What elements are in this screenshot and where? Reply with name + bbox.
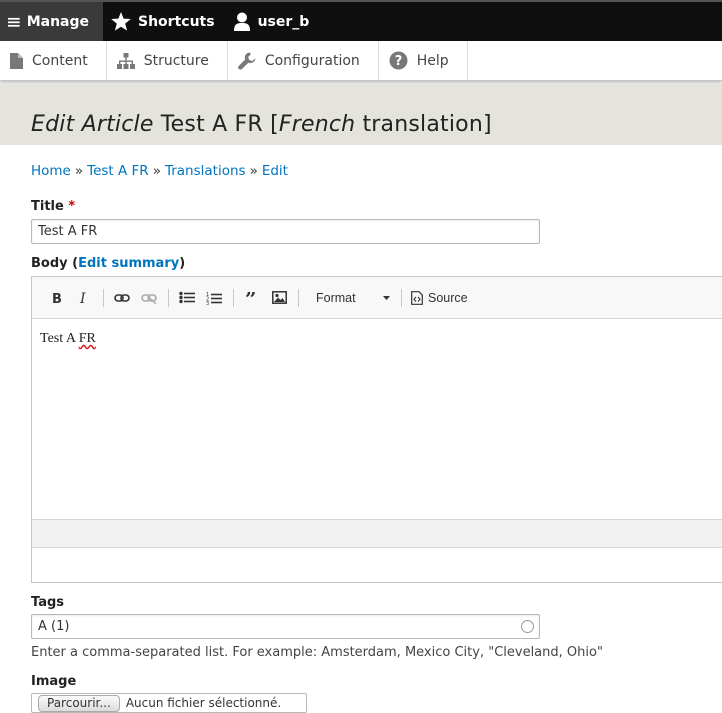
body-editor: B I 123 ” Format — [31, 276, 722, 583]
bulleted-list-button[interactable] — [174, 285, 200, 311]
svg-text:I: I — [79, 291, 86, 305]
source-icon — [411, 290, 423, 305]
body-label-end: ) — [179, 256, 186, 271]
title-translation: translation] — [355, 112, 492, 137]
numbered-list-button[interactable]: 123 — [201, 285, 227, 311]
shortcuts-tab[interactable]: Shortcuts — [103, 2, 229, 41]
manage-label: Manage — [26, 13, 89, 30]
blockquote-button[interactable]: ” — [239, 285, 265, 311]
svg-text:3: 3 — [206, 301, 209, 305]
tray-label-help: Help — [416, 52, 449, 69]
tray-label-structure: Structure — [143, 52, 209, 69]
image-icon — [271, 291, 287, 304]
title-input-value: Test A FR — [38, 224, 98, 239]
editor-content[interactable]: Test A FR — [32, 319, 722, 519]
tray-item-configuration[interactable]: Configuration — [228, 41, 379, 80]
toolbar-separator — [103, 288, 104, 307]
file-status: Aucun fichier sélectionné. — [125, 696, 282, 710]
unlink-button[interactable] — [136, 285, 162, 311]
toolbar-separator — [298, 288, 299, 307]
body-label: Body (Edit summary) — [31, 256, 185, 271]
tags-input[interactable]: A (1) — [31, 614, 540, 639]
image-file-input[interactable]: Parcourir... Aucun fichier sélectionné. — [31, 693, 307, 713]
editor-toolbar: B I 123 ” Format — [32, 277, 722, 319]
tray-item-structure[interactable]: Structure — [107, 41, 228, 80]
toolbar-separator — [401, 288, 402, 307]
image-button[interactable] — [266, 285, 292, 311]
blockquote-icon: ” — [245, 292, 257, 303]
title-edit-article: Edit Article — [31, 112, 154, 137]
title-label-text: Title — [31, 199, 64, 214]
breadcrumb-separator: » — [249, 163, 258, 179]
breadcrumb-separator: » — [74, 163, 84, 179]
editor-text: Test A — [40, 331, 79, 346]
breadcrumb-translations[interactable]: Translations — [165, 163, 246, 179]
title-input[interactable]: Test A FR — [31, 219, 540, 244]
breadcrumb-home[interactable]: Home — [31, 163, 71, 179]
user-label: user_b — [257, 13, 310, 30]
admin-tray: Content Structure Configuration ? Help — [0, 41, 722, 81]
star-icon — [111, 12, 131, 31]
manage-tab[interactable]: Manage — [0, 2, 103, 41]
bold-icon: B — [52, 292, 62, 305]
unlink-icon — [141, 293, 157, 304]
link-icon — [114, 293, 130, 302]
title-node-name: Test A FR [ — [153, 112, 279, 137]
numbered-list-icon: 123 — [206, 292, 222, 305]
wrench-icon — [238, 52, 256, 70]
user-icon — [233, 12, 250, 31]
tags-help-text: Enter a comma-separated list. For exampl… — [31, 645, 603, 660]
admin-toolbar: Manage Shortcuts user_b — [0, 0, 722, 41]
user-tab[interactable]: user_b — [229, 2, 324, 41]
svg-text:?: ? — [395, 54, 403, 69]
tray-item-content[interactable]: Content — [0, 41, 107, 80]
source-button[interactable]: Source — [411, 291, 468, 305]
source-label: Source — [428, 290, 468, 305]
image-label: Image — [31, 674, 77, 689]
title-language: French — [278, 112, 356, 137]
tags-input-value: A (1) — [38, 619, 70, 634]
svg-text:”: ” — [245, 292, 257, 303]
italic-icon: I — [79, 291, 86, 305]
italic-button[interactable]: I — [71, 285, 97, 311]
bulleted-list-icon — [179, 291, 195, 304]
toolbar-separator — [168, 288, 169, 307]
breadcrumb-separator: » — [152, 163, 161, 179]
svg-text:B: B — [52, 292, 62, 305]
file-icon — [10, 52, 23, 69]
toolbar-separator — [233, 288, 234, 307]
tray-label-content: Content — [32, 52, 88, 69]
breadcrumb-edit[interactable]: Edit — [262, 163, 288, 179]
breadcrumb-node[interactable]: Test A FR — [87, 163, 149, 179]
tray-label-configuration: Configuration — [264, 52, 360, 69]
bold-button[interactable]: B — [44, 285, 70, 311]
format-dropdown[interactable]: Format — [310, 286, 396, 310]
caret-down-icon — [383, 295, 390, 300]
page-title: Edit Article Test A FR [French translati… — [31, 112, 492, 137]
tags-label: Tags — [31, 595, 65, 610]
edit-summary-link[interactable]: Edit summary — [78, 256, 179, 271]
breadcrumb: Home» Test A FR» Translations» Edit — [31, 163, 288, 179]
editor-status-bar — [32, 519, 722, 548]
title-label: Title * — [31, 199, 75, 214]
autocomplete-icon — [521, 620, 534, 633]
tray-item-help[interactable]: ? Help — [379, 41, 468, 80]
required-marker: * — [68, 199, 76, 214]
shortcuts-label: Shortcuts — [138, 13, 215, 30]
editor-text-misspelled: FR — [78, 331, 96, 346]
browse-button[interactable]: Parcourir... — [38, 694, 120, 712]
menu-icon — [8, 17, 20, 27]
body-label-text: Body ( — [31, 256, 79, 271]
link-button[interactable] — [109, 285, 135, 311]
sitemap-icon — [116, 52, 135, 69]
format-label: Format — [316, 290, 356, 305]
help-icon: ? — [389, 51, 408, 70]
